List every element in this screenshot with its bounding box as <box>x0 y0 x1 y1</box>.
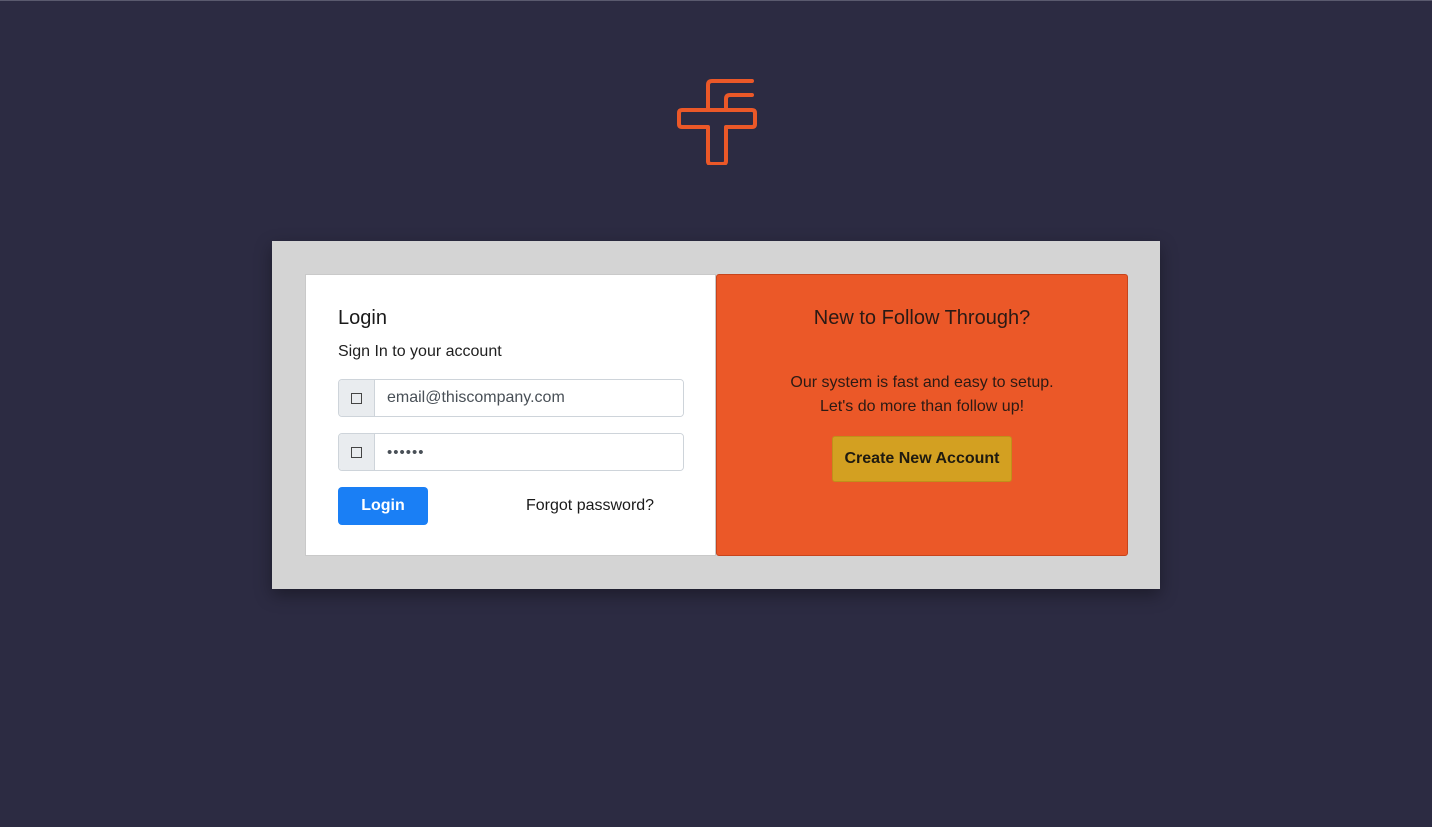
signup-description-line2: Let's do more than follow up! <box>819 398 1025 415</box>
lock-icon <box>339 434 375 470</box>
login-button[interactable]: Login <box>338 487 428 525</box>
follow-through-logo-icon <box>677 79 757 165</box>
email-field[interactable] <box>375 380 683 416</box>
create-account-button[interactable]: Create New Account <box>832 436 1012 482</box>
email-input-group <box>338 379 684 417</box>
login-page: Login Sign In to your account Login Forg… <box>0 0 1432 827</box>
forgot-password-link[interactable]: Forgot password? <box>526 497 654 515</box>
password-input-group <box>338 433 684 471</box>
password-field[interactable] <box>375 434 683 470</box>
login-panel: Login Sign In to your account Login Forg… <box>305 274 716 556</box>
signup-panel: New to Follow Through? Our system is fas… <box>716 274 1128 556</box>
login-title: Login <box>338 307 387 329</box>
user-icon <box>339 380 375 416</box>
auth-card: Login Sign In to your account Login Forg… <box>272 241 1160 589</box>
login-subtitle: Sign In to your account <box>338 343 502 360</box>
signup-description-line1: Our system is fast and easy to setup. <box>790 374 1054 391</box>
signup-title: New to Follow Through? <box>813 307 1031 329</box>
